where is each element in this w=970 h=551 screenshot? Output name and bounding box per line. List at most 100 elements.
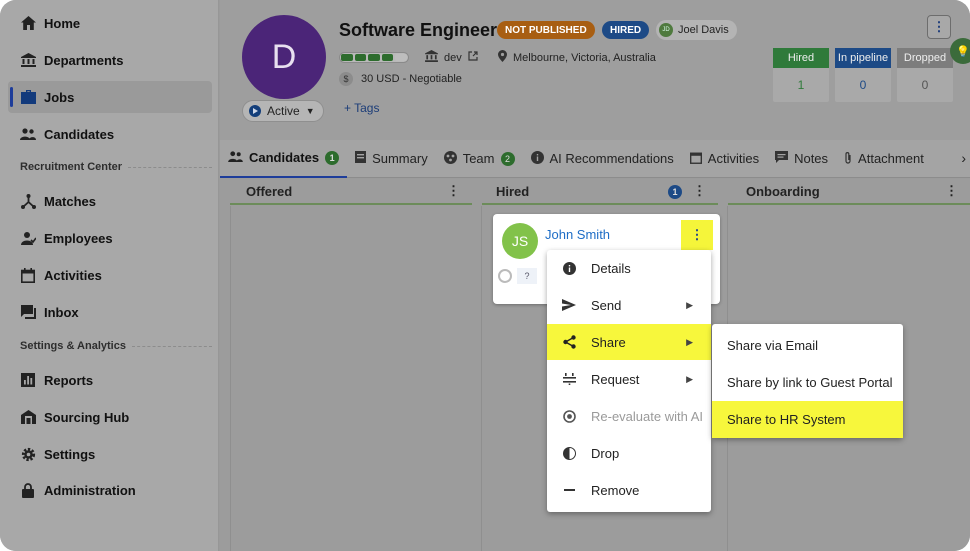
column-header-hired: Hired 1 ⋮	[482, 179, 718, 205]
stat-hired[interactable]: Hired 1	[773, 48, 829, 102]
job-salary: $ 30 USD - Negotiable	[339, 72, 462, 86]
section-recruitment-center: Recruitment Center	[20, 161, 212, 173]
location-pin-icon	[498, 50, 507, 65]
lightbulb-icon[interactable]: 💡	[950, 38, 970, 64]
sidebar-item-sourcing-hub[interactable]: Sourcing Hub	[8, 401, 212, 433]
menu-item-send[interactable]: Send ▶	[547, 287, 711, 323]
candidate-name-link[interactable]: John Smith	[545, 227, 610, 242]
sidebar-item-label: Candidates	[44, 126, 115, 142]
tab-label: Activities	[707, 151, 760, 166]
job-state-dropdown[interactable]: Active ▼	[242, 100, 324, 122]
stat-dropped[interactable]: Dropped 0	[897, 48, 953, 102]
sidebar-item-administration[interactable]: Administration	[8, 474, 212, 506]
sidebar-item-label: Reports	[44, 372, 94, 388]
tab-team[interactable]: Team 2	[436, 140, 523, 178]
caret-right-icon: ▶	[686, 336, 693, 347]
menu-item-label: Details	[591, 260, 631, 276]
dollar-icon: $	[339, 72, 353, 86]
stat-label: Hired	[773, 48, 829, 68]
sidebar-item-label: Inbox	[44, 304, 79, 320]
calendar-icon	[689, 151, 702, 167]
note-icon	[775, 151, 789, 166]
menu-item-share[interactable]: Share ▶	[547, 324, 711, 360]
sidebar-item-label: Matches	[44, 193, 97, 209]
owner-chip[interactable]: JD Joel Davis	[656, 20, 737, 40]
external-link-icon	[468, 51, 478, 64]
submenu-item-share-to-hr-system[interactable]: Share to HR System	[712, 401, 903, 438]
caret-down-icon: ▼	[305, 106, 315, 116]
column-title: Onboarding	[746, 183, 820, 199]
sidebar-item-inbox[interactable]: Inbox	[8, 296, 212, 328]
match-icon	[20, 193, 36, 209]
more-vertical-icon[interactable]: ⋮	[447, 183, 460, 199]
menu-item-drop[interactable]: Drop	[547, 435, 711, 471]
submenu-item-share-guest-portal[interactable]: Share by link to Guest Portal	[712, 364, 903, 401]
tab-count-badge: 1	[325, 150, 340, 165]
candidate-question-chip[interactable]: ?	[517, 268, 537, 284]
chart-icon	[20, 372, 36, 388]
sidebar-item-matches[interactable]: Matches	[8, 185, 212, 217]
caret-right-icon: ▶	[686, 373, 693, 384]
job-avatar: D	[242, 15, 326, 99]
submenu-item-share-via-email[interactable]: Share via Email	[712, 327, 903, 364]
menu-item-details[interactable]: Details	[547, 250, 711, 286]
candidate-select-radio[interactable]	[498, 269, 512, 283]
sidebar-item-reports[interactable]: Reports	[8, 364, 212, 396]
request-icon	[561, 373, 577, 385]
tab-ai-recommendations[interactable]: AI Recommendations	[523, 140, 682, 178]
tab-label: Candidates	[249, 150, 320, 165]
ai-icon	[561, 409, 577, 423]
tab-attachment[interactable]: Attachment	[836, 140, 932, 178]
column-title: Hired	[496, 183, 530, 199]
job-department[interactable]: dev	[425, 50, 484, 65]
tab-activities[interactable]: Activities	[682, 140, 767, 178]
info-icon	[561, 261, 577, 275]
candidate-context-menu: Details Send ▶ Share ▶ Request ▶ Re-eval…	[547, 250, 711, 512]
tab-summary[interactable]: Summary	[347, 140, 436, 178]
more-vertical-icon: ⋮	[690, 227, 704, 242]
progress-segment	[368, 54, 380, 61]
sidebar-item-settings[interactable]: Settings	[8, 438, 212, 470]
sidebar-item-jobs[interactable]: Jobs	[8, 81, 212, 113]
sidebar-item-departments[interactable]: Departments	[8, 44, 212, 76]
salary-label: 30 USD - Negotiable	[361, 73, 462, 85]
people-icon	[228, 150, 243, 165]
column-divider	[481, 206, 482, 551]
menu-item-label: Remove	[591, 482, 640, 498]
sidebar-item-home[interactable]: Home	[8, 7, 212, 39]
sidebar: Home Departments Jobs Candidates Recruit…	[0, 0, 219, 551]
app-window: Home Departments Jobs Candidates Recruit…	[0, 0, 970, 551]
more-vertical-icon[interactable]: ⋮	[945, 183, 958, 199]
more-vertical-icon[interactable]: ⋮	[693, 183, 706, 199]
sidebar-item-candidates[interactable]: Candidates	[8, 118, 212, 150]
share-submenu: Share via Email Share by link to Guest P…	[712, 324, 903, 438]
tab-candidates[interactable]: Candidates 1	[220, 140, 348, 178]
tab-notes[interactable]: Notes	[767, 140, 836, 178]
progress-segment	[354, 54, 367, 61]
sidebar-item-employees[interactable]: Employees	[8, 222, 212, 254]
add-tags-link[interactable]: + Tags	[344, 101, 379, 115]
department-label: dev	[444, 51, 462, 64]
stat-in-pipeline[interactable]: In pipeline 0	[835, 48, 891, 102]
owner-avatar: JD	[659, 23, 673, 37]
chevron-right-icon[interactable]: ›	[961, 150, 966, 166]
menu-item-remove[interactable]: Remove	[547, 472, 711, 508]
candidate-more-button[interactable]: ⋮	[681, 220, 713, 250]
paperclip-icon	[844, 151, 852, 167]
share-icon	[561, 335, 577, 349]
menu-item-request[interactable]: Request ▶	[547, 361, 711, 397]
job-more-button[interactable]: ⋮	[927, 15, 951, 39]
location-label: Melbourne, Victoria, Australia	[513, 51, 656, 64]
column-divider	[230, 206, 231, 551]
sidebar-item-activities[interactable]: Activities	[8, 259, 212, 291]
employee-icon	[20, 230, 36, 246]
menu-item-label: Share	[591, 334, 626, 350]
stat-label: Dropped	[897, 48, 953, 68]
job-state-label: Active	[267, 104, 300, 118]
stat-label: In pipeline	[835, 48, 891, 68]
sidebar-item-label: Jobs	[44, 89, 75, 105]
calendar-icon	[20, 267, 36, 283]
minus-icon	[561, 488, 577, 492]
menu-item-label: Request	[591, 371, 640, 387]
bank-icon	[425, 50, 438, 65]
